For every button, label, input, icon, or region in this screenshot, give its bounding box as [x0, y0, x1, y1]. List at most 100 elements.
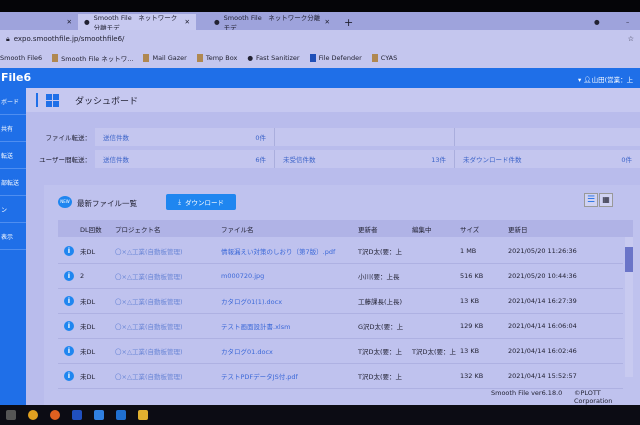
column-header[interactable]: 更新者 — [358, 224, 378, 234]
close-icon[interactable]: ✕ — [185, 18, 190, 26]
user-menu[interactable]: ▾ 👤︎山田(営業：上 — [578, 74, 633, 84]
cell-size: 129 KB — [460, 322, 484, 330]
download-button[interactable]: ⤓ ダウンロード — [166, 194, 236, 210]
divider — [36, 93, 38, 107]
cell-size: 13 KB — [460, 347, 480, 355]
sidebar-item[interactable]: ボード — [0, 88, 26, 115]
cell-project: 〇×△工業(自動板管理) — [115, 273, 183, 281]
bookmarks-bar: Smooth File6 Smooth File ネットワ... Mail Ga… — [0, 48, 640, 68]
info-icon[interactable]: i — [64, 296, 74, 306]
column-header[interactable]: プロジェクト名 — [115, 224, 161, 234]
column-header[interactable]: ファイル名 — [221, 224, 254, 234]
info-icon[interactable]: i — [64, 321, 74, 331]
sidebar-item[interactable]: 部転送 — [0, 169, 26, 196]
info-icon[interactable]: i — [64, 246, 74, 256]
logo: File6 — [1, 71, 32, 84]
bookmark[interactable]: Smooth File6 — [0, 54, 42, 62]
cell-size: 516 KB — [460, 272, 484, 280]
tab-previous[interactable]: ✕ — [0, 14, 78, 30]
globe-icon: ● — [214, 18, 220, 26]
folder-icon — [196, 54, 203, 62]
cell-date: 2021/05/20 10:44:36 — [508, 272, 577, 280]
cell-project: 〇×△工業(自動板管理) — [115, 248, 183, 256]
table-row[interactable]: i 未DL 〇×△工業(自動板管理) テストPDFデータJS付.pdf T沢D太(要：上… — [58, 364, 623, 389]
address-bar[interactable]: 🔒︎ expo.smoothfile.jp/smoothfile6/ ☆ — [0, 30, 640, 48]
fd-app-icon[interactable] — [72, 410, 82, 420]
cell-project: 〇×△工業(自動板管理) — [115, 298, 183, 306]
cell-size: 132 KB — [460, 372, 484, 380]
user-transfer-summary: ユーザー間転送： 送信件数 6件 未受信件数 13件 未ダウンロード件数 0件 — [0, 150, 640, 168]
close-icon[interactable]: ✕ — [325, 18, 330, 26]
cell-file[interactable]: m000720.jpg — [221, 272, 264, 280]
table-row[interactable]: i 未DL 〇×△工業(自動板管理) テスト画面設計書.xlsm G沢D太(要：上 129… — [58, 314, 623, 339]
cell-file[interactable]: テストPDFデータJS付.pdf — [221, 371, 298, 381]
latest-files-panel: NEW 最新ファイル一覧 ⤓ ダウンロード ☰ ▦ DL回数 プロジェクト名 ファイル… — [44, 185, 640, 405]
globe-icon: ● — [247, 54, 253, 62]
url-text: expo.smoothfile.jp/smoothfile6/ — [13, 35, 125, 43]
cell-file[interactable]: 情報漏えい対策のしおり（第7版）.pdf — [221, 246, 335, 256]
bookmark[interactable]: ● Fast Sanitizer — [247, 54, 299, 62]
table-row[interactable]: i 2 〇×△工業(自動板管理) m000720.jpg 小川(要：上長 516 KB 20… — [58, 264, 623, 289]
bookmark[interactable]: Mail Gazer — [143, 54, 187, 62]
column-header[interactable]: サイズ — [460, 224, 479, 234]
cell-updater: 工藤課長(上長) — [358, 298, 403, 306]
cell-date: 2021/05/20 11:26:36 — [508, 247, 577, 255]
profile-icon[interactable]: ● — [588, 14, 606, 30]
cell-editing: T沢D太(要：上 — [412, 348, 457, 356]
firefox-icon[interactable] — [50, 410, 60, 420]
info-icon[interactable]: i — [64, 371, 74, 381]
cell-updater: T沢D太(要：上 — [358, 373, 403, 381]
table-header: DL回数 プロジェクト名 ファイル名 更新者 編集中 サイズ 更新日 — [58, 220, 633, 237]
task-view-icon[interactable] — [6, 410, 16, 420]
star-icon[interactable]: ☆ — [628, 35, 634, 43]
column-header[interactable]: 更新日 — [508, 224, 528, 234]
cell-project: 〇×△工業(自動板管理) — [115, 348, 183, 356]
sidebar-item[interactable]: 表示 — [0, 223, 26, 250]
taskbar — [0, 405, 640, 425]
summary-cell: 未ダウンロード件数 0件 — [455, 150, 640, 168]
bookmark[interactable]: Temp Box — [196, 54, 237, 62]
cell-file[interactable]: テスト画面設計書.xlsm — [221, 321, 290, 331]
close-icon[interactable]: ✕ — [67, 18, 72, 26]
tab-active[interactable]: ● Smooth File ネットワーク分離モデ ✕ — [78, 14, 196, 32]
info-icon[interactable]: i — [64, 346, 74, 356]
cell-date: 2021/04/14 15:52:57 — [508, 372, 577, 380]
column-header[interactable]: DL回数 — [80, 224, 102, 234]
cell-updater: T沢D太(要：上 — [358, 248, 403, 256]
table-row[interactable]: i 未DL 〇×△工業(自動板管理) カタログ01(1).docx 工藤課長(上長) 13… — [58, 289, 623, 314]
cell-dl: 未DL — [80, 348, 96, 356]
minimize-button[interactable]: – — [620, 14, 635, 30]
column-header[interactable]: 編集中 — [412, 224, 432, 234]
summary-cell: 送信件数 0件 — [95, 128, 275, 146]
cell-file[interactable]: カタログ01(1).docx — [221, 296, 282, 306]
app-icon[interactable] — [94, 410, 104, 420]
scrollbar[interactable] — [625, 237, 633, 377]
chrome-icon[interactable] — [28, 410, 38, 420]
bookmark[interactable]: CYAS — [371, 54, 397, 62]
cell-project: 〇×△工業(自動板管理) — [115, 323, 183, 331]
dashboard-icon — [46, 93, 59, 107]
bookmark[interactable]: Smooth File ネットワ... — [52, 53, 133, 63]
app-header: File6 ▾ 👤︎山田(営業：上 — [0, 68, 640, 88]
fd-icon — [309, 54, 316, 62]
globe-icon: ● — [84, 18, 90, 26]
table-row[interactable]: i 未DL 〇×△工業(自動板管理) 情報漏えい対策のしおり（第7版）.pdf T沢D太… — [58, 239, 623, 264]
cell-updater: G沢D太(要：上 — [358, 323, 404, 331]
list-view-icon[interactable]: ☰ — [584, 193, 598, 207]
info-icon[interactable]: i — [64, 271, 74, 281]
cell-dl: 未DL — [80, 323, 96, 331]
summary-cell: 送信件数 6件 — [95, 150, 275, 168]
tab[interactable]: ● Smooth File ネットワーク分離モデ ✕ — [208, 14, 336, 32]
cell-size: 1 MB — [460, 247, 477, 255]
new-tab-button[interactable]: + — [338, 14, 359, 30]
grid-view-icon[interactable]: ▦ — [599, 193, 613, 207]
table-row[interactable]: i 未DL 〇×△工業(自動板管理) カタログ01.docx T沢D太(要：上 T沢D太(… — [58, 339, 623, 364]
cell-date: 2021/04/14 16:06:04 — [508, 322, 577, 330]
new-badge-icon: NEW — [58, 196, 72, 208]
cell-file[interactable]: カタログ01.docx — [221, 346, 273, 356]
sidebar-item[interactable]: ン — [0, 196, 26, 223]
cell-dl: 未DL — [80, 298, 96, 306]
bookmark[interactable]: File Defender — [309, 54, 362, 62]
explorer-icon[interactable] — [138, 410, 148, 420]
media-icon[interactable] — [116, 410, 126, 420]
